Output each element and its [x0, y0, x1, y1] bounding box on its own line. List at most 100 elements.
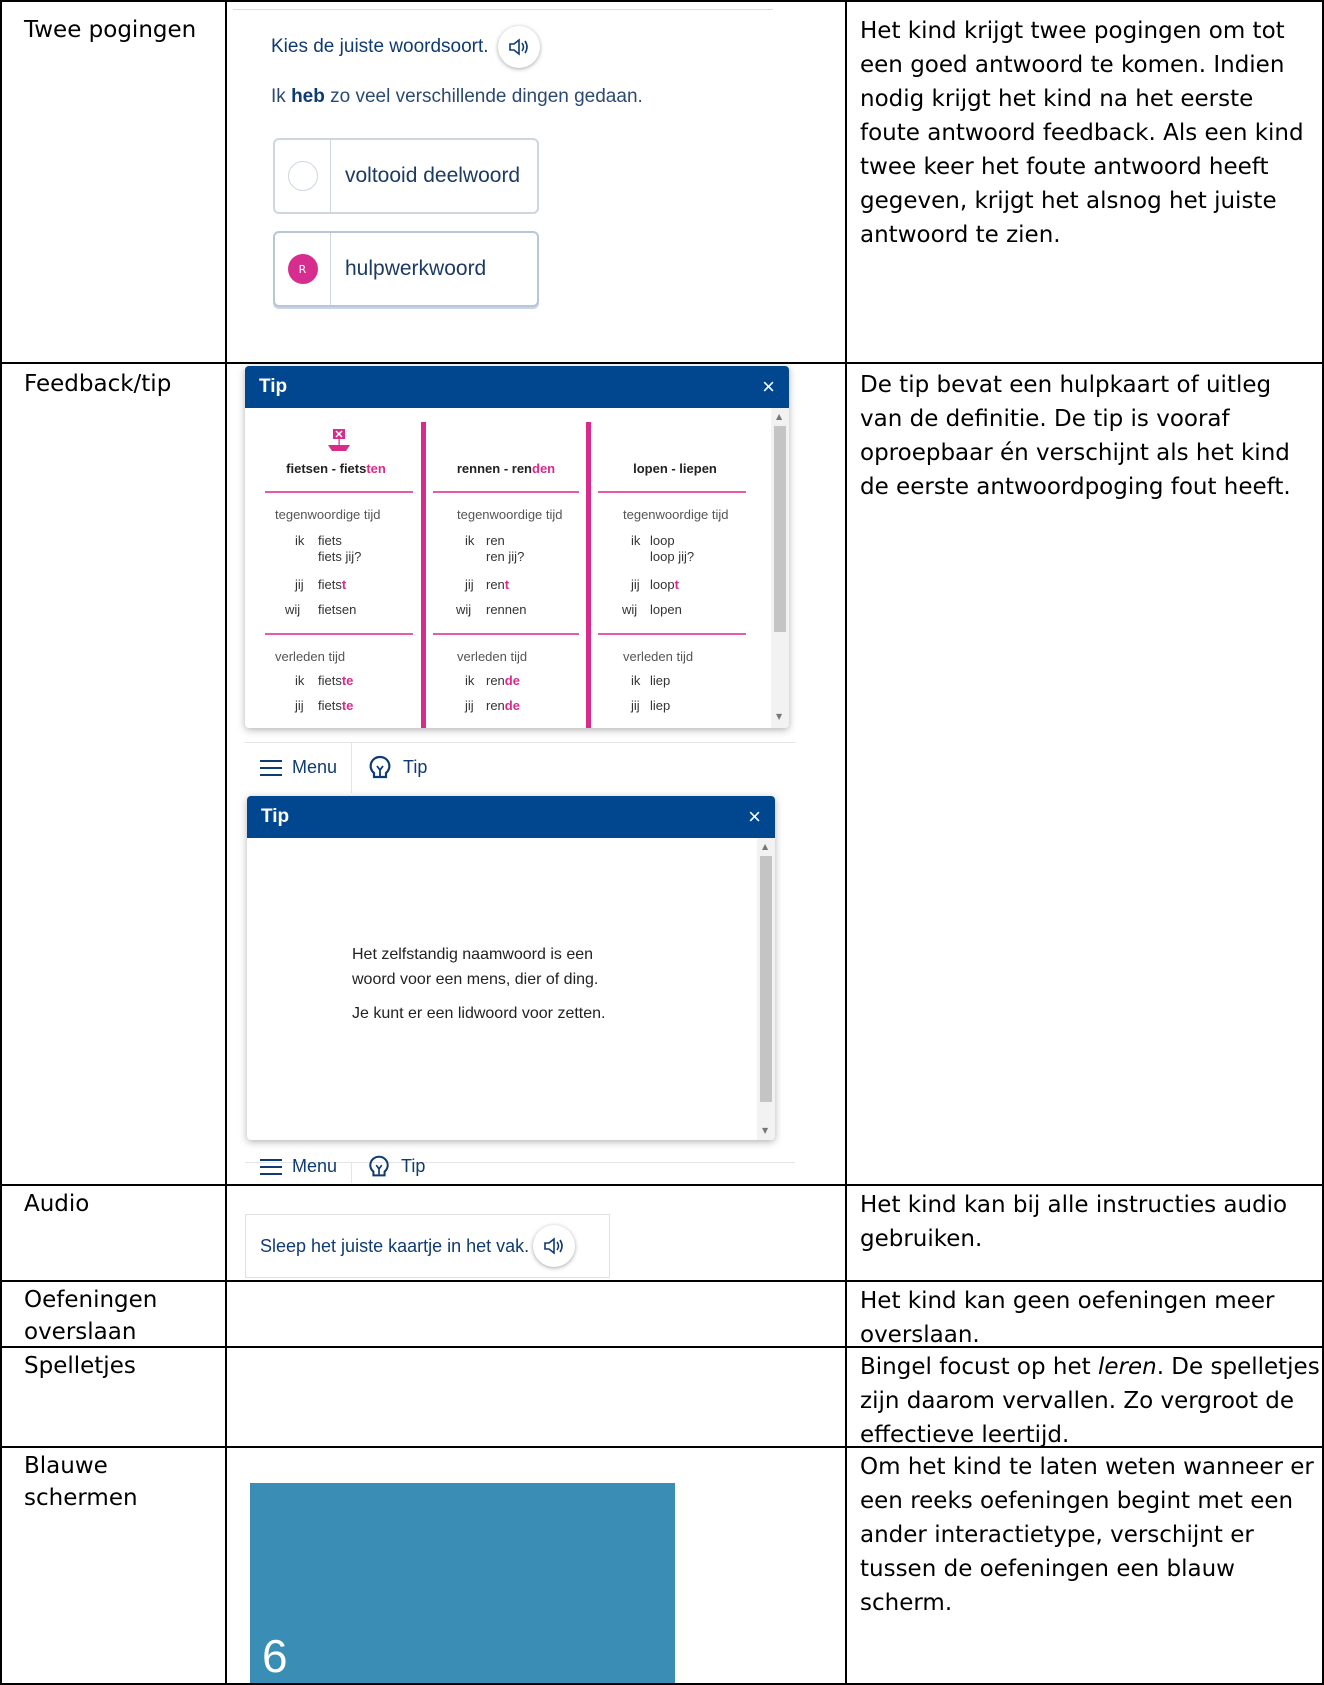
menu-button[interactable]: Menu — [245, 1156, 351, 1177]
row-description-oefeningen-overslaan: Het kind kan geen oefeningen meer oversl… — [860, 1288, 1275, 1348]
scrollbar-thumb[interactable] — [774, 426, 786, 632]
verb-form: rende — [486, 672, 520, 689]
menu-button[interactable]: Menu — [245, 743, 351, 793]
pronoun: jij — [295, 577, 304, 592]
present-tense-label: tegenwoordige tijd — [623, 507, 729, 522]
pronoun: ik — [295, 533, 305, 548]
tip-button[interactable]: Tip — [352, 743, 441, 793]
past-tense-label: verleden tijd — [623, 649, 694, 664]
scrollbar[interactable]: ▲ ▼ — [771, 408, 789, 728]
row-label-feedback-tip: Feedback/tip — [24, 371, 172, 397]
row-label-twee-pogingen: Twee pogingen — [24, 17, 197, 43]
scroll-up-icon[interactable]: ▲ — [776, 412, 782, 421]
heading-base: rennen - ren — [456, 461, 532, 476]
close-icon[interactable]: × — [762, 374, 775, 400]
row-label-oefeningen-overslaan: Oefeningen overslaan — [24, 1284, 157, 1348]
verb-ending: de — [504, 698, 520, 713]
verb-ending: t — [341, 577, 347, 592]
row-divider-2 — [0, 1184, 1324, 1186]
row-description-audio: Het kind kan bij alle instructies audio … — [860, 1192, 1288, 1252]
row-label-line: schermen — [24, 1485, 138, 1511]
exercise-series-number: 6 — [262, 1630, 288, 1682]
scroll-down-icon[interactable]: ▼ — [762, 1126, 768, 1135]
screenshot-edge — [233, 9, 773, 10]
answer-option-voltooid-deelwoord[interactable]: voltooid deelwoord — [273, 138, 539, 214]
heading-ending: den — [532, 461, 556, 476]
verb-stem: ren — [486, 577, 505, 592]
verb-stem: fiets — [318, 698, 342, 713]
bottom-toolbar: Menu Tip — [245, 1155, 795, 1183]
radio-cell — [275, 140, 331, 212]
column-separator — [586, 422, 591, 728]
verb-form: fietsen — [318, 602, 357, 617]
pronoun: ik — [631, 673, 641, 688]
section-line — [265, 491, 413, 493]
verb-form: liep — [650, 697, 670, 714]
sentence-part: zo veel verschillende dingen gedaan. — [324, 86, 643, 107]
verb-stem: fiets — [318, 673, 342, 688]
scrollbar-thumb[interactable] — [760, 856, 772, 1102]
pronoun: ik — [295, 673, 305, 688]
definition-line: woord voor een mens, dier of ding. — [352, 971, 599, 988]
scrollbar[interactable]: ▲ ▼ — [757, 838, 775, 1140]
row-label-line: Blauwe — [24, 1453, 108, 1479]
row-label-line: Oefeningen — [24, 1287, 158, 1313]
scroll-up-icon[interactable]: ▲ — [762, 842, 768, 851]
section-line — [598, 633, 746, 635]
exercise-instruction-row: Kies de juiste woordsoort. — [271, 26, 540, 68]
present-tense-label: tegenwoordige tijd — [275, 507, 381, 522]
verb-form: rende — [486, 697, 520, 714]
tip-button[interactable]: Tip — [352, 1155, 439, 1177]
tip-label: Tip — [401, 1156, 426, 1176]
scroll-down-icon[interactable]: ▼ — [776, 712, 782, 721]
definition-line: Je kunt er een lidwoord voor zetten. — [352, 1005, 606, 1022]
tip-title: Tip — [261, 806, 290, 827]
selected-radio-button[interactable]: R — [287, 254, 318, 284]
verb-form: rennen — [486, 602, 527, 617]
speaker-icon[interactable] — [533, 1225, 576, 1267]
audio-instruction: Sleep het juiste kaartje in het vak. — [260, 1235, 530, 1256]
exercise-instruction: Kies de juiste woordsoort. — [271, 36, 489, 58]
answer-option-hulpwerkwoord[interactable]: R hulpwerkwoord — [273, 231, 539, 307]
column-divider-1 — [225, 0, 227, 1685]
menu-icon — [260, 1158, 282, 1175]
row-label-line: overslaan — [24, 1319, 137, 1345]
pronoun: jij — [465, 698, 474, 713]
verb-ending: de — [504, 673, 520, 688]
radio-cell: R — [275, 233, 331, 305]
column-heading: rennen - renden — [431, 461, 581, 476]
table-border-left — [0, 0, 2, 1685]
verb-stem: liep — [650, 698, 671, 713]
menu-label: Menu — [292, 757, 338, 777]
verb-stem: fiets — [318, 577, 342, 592]
lightbulb-icon — [369, 755, 391, 778]
column-divider-2 — [845, 0, 847, 1685]
verb-ending: t — [504, 577, 510, 592]
definition-text: Het zelfstandig naamwoord is een woord v… — [352, 942, 605, 1026]
verb-form: fietst — [318, 576, 346, 593]
menu-icon — [260, 759, 282, 776]
pronoun: wij — [456, 602, 472, 617]
menu-label: Menu — [292, 1156, 338, 1176]
speaker-icon[interactable] — [497, 26, 540, 68]
row-description-spelletjes: Bingel focust op het leren. De spelletje… — [860, 1350, 1320, 1452]
verb-form: liep — [650, 672, 670, 689]
pronoun: jij — [631, 698, 640, 713]
verb-form: fiets — [318, 533, 342, 548]
verb-ending: t — [674, 577, 679, 592]
section-line — [598, 491, 746, 493]
radio-button[interactable] — [287, 161, 318, 191]
tip-header: Tip × — [247, 796, 775, 838]
verb-form: loop — [650, 533, 675, 548]
pronoun: ik — [631, 533, 641, 548]
verb-form: fietste — [318, 697, 353, 714]
lightbulb-icon — [369, 1155, 389, 1176]
verb-stem: ren — [486, 698, 505, 713]
exercise-sentence: Ik heb zo veel verschillende dingen geda… — [271, 86, 643, 108]
close-icon[interactable]: × — [748, 804, 761, 830]
pronoun: wij — [285, 602, 301, 617]
past-tense-label: verleden tijd — [457, 649, 528, 664]
definition-line: Het zelfstandig naamwoord is een — [352, 946, 594, 963]
row-description-blauwe-schermen: Om het kind te laten weten wanneer er ee… — [860, 1454, 1314, 1616]
verb-stem: ren — [486, 673, 505, 688]
